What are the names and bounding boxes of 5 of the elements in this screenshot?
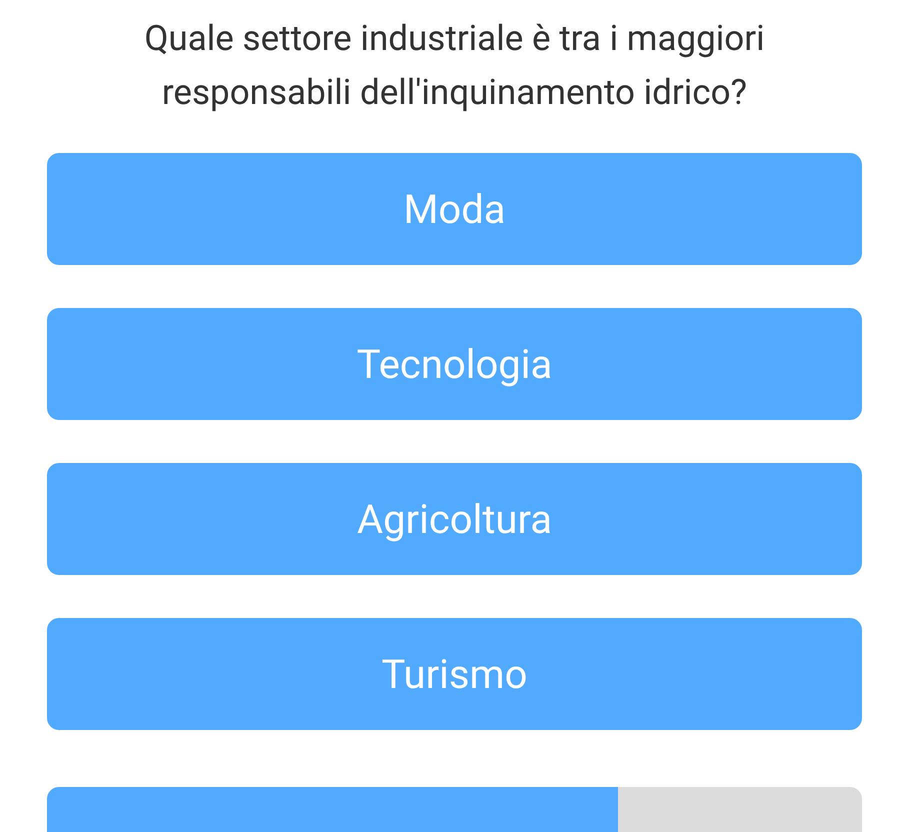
answer-button[interactable]: Tecnologia [47, 308, 862, 420]
answer-button[interactable]: Turismo [47, 618, 862, 730]
question-text: Quale settore industriale è tra i maggiori responsabili dell'inquinamento idrico? [143, 17, 766, 115]
answer-button[interactable]: Moda [47, 153, 862, 265]
answer-button[interactable]: Agricoltura [47, 463, 862, 575]
